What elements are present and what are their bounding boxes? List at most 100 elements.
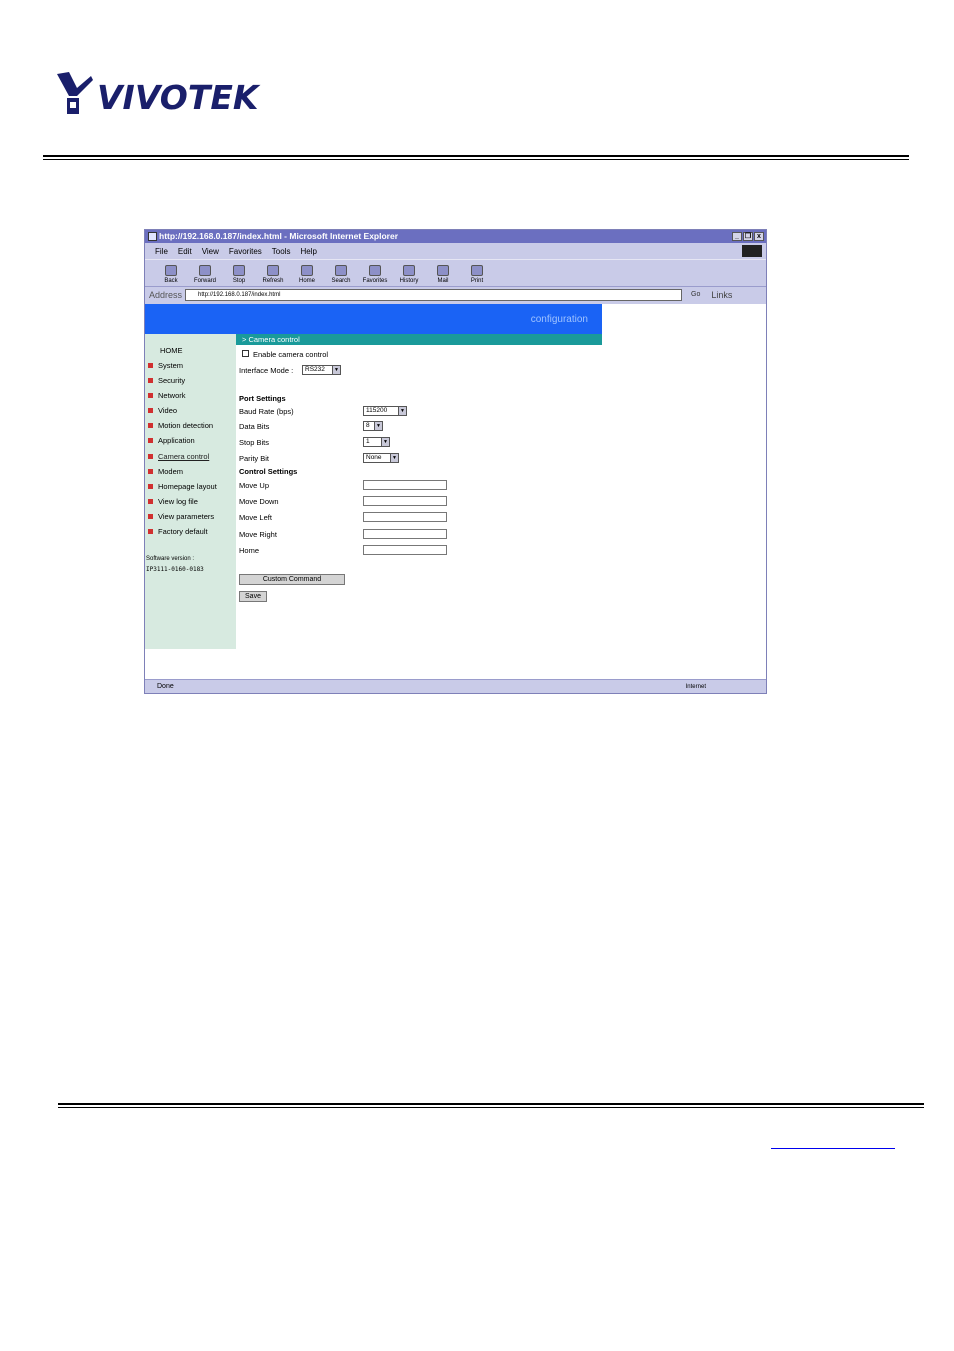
menu-file[interactable]: File — [155, 247, 168, 256]
header-rule — [43, 155, 909, 157]
menu-help[interactable]: Help — [300, 247, 316, 256]
baud-rate-select[interactable]: 115200 ▼ — [363, 406, 407, 416]
plus-icon — [148, 408, 153, 413]
menu-bar: File Edit View Favorites Tools Help — [145, 243, 766, 259]
print-button[interactable]: Print — [463, 265, 491, 286]
parity-bit-label: Parity Bit — [239, 454, 270, 463]
links-button[interactable]: Links — [711, 290, 732, 300]
data-bits-select[interactable]: 8 ▼ — [363, 421, 383, 431]
sidebar-item-factory-default[interactable]: Factory default — [148, 527, 208, 536]
section-title: > Camera control — [236, 334, 602, 345]
home-label: Home — [239, 546, 260, 555]
menu-edit[interactable]: Edit — [178, 247, 192, 256]
back-button[interactable]: Back — [157, 265, 185, 286]
plus-icon — [148, 484, 153, 489]
sidebar-item-video[interactable]: Video — [148, 406, 177, 415]
footer-rule-thin — [58, 1107, 924, 1108]
refresh-button[interactable]: Refresh — [259, 265, 287, 286]
sidebar-item-system[interactable]: System — [148, 361, 183, 370]
data-bits-label: Data Bits — [239, 422, 270, 431]
print-icon — [471, 265, 483, 276]
move-right-input[interactable] — [363, 529, 447, 539]
enable-label: Enable camera control — [253, 350, 329, 359]
software-version-label: Software version : — [146, 556, 195, 562]
sidebar-item-homepage-layout[interactable]: Homepage layout — [148, 482, 217, 491]
interface-mode-select[interactable]: RS232 ▼ — [302, 365, 341, 375]
browser-titlebar: http://192.168.0.187/index.html - Micros… — [145, 230, 766, 243]
go-button[interactable]: Go — [691, 291, 700, 298]
home-input[interactable] — [363, 545, 447, 555]
menu-tools[interactable]: Tools — [272, 247, 291, 256]
sidebar-item-motion-detection[interactable]: Motion detection — [148, 421, 213, 430]
forward-button[interactable]: Forward — [191, 265, 219, 286]
home-button[interactable]: Home — [293, 265, 321, 286]
mail-icon — [437, 265, 449, 276]
save-button[interactable]: Save — [239, 591, 267, 602]
vivotek-logo: VIVOTEK — [55, 70, 270, 122]
chevron-down-icon: ▼ — [398, 407, 406, 415]
browser-toolbar: Back Forward Stop Refresh Home Search Fa… — [145, 259, 766, 287]
plus-icon — [148, 438, 153, 443]
config-banner: configuration — [145, 304, 602, 334]
plus-icon — [148, 393, 153, 398]
plus-icon — [148, 378, 153, 383]
chevron-down-icon: ▼ — [332, 366, 340, 374]
forward-arrow-icon — [199, 265, 211, 276]
sidebar-item-security[interactable]: Security — [148, 376, 185, 385]
brand-name: VIVOTEK — [97, 78, 259, 117]
ie-icon — [148, 232, 157, 241]
favorites-button[interactable]: Favorites — [361, 265, 389, 286]
home-icon — [301, 265, 313, 276]
footer-rule — [58, 1103, 924, 1105]
sidebar-item-network[interactable]: Network — [148, 391, 186, 400]
sidebar-item-modem[interactable]: Modem — [148, 467, 183, 476]
sidebar: HOME System Security Network Video Motio… — [145, 334, 236, 649]
custom-command-button[interactable]: Custom Command — [239, 574, 345, 585]
plus-icon — [148, 529, 153, 534]
move-left-input[interactable] — [363, 512, 447, 522]
port-settings-heading: Port Settings — [239, 394, 286, 403]
plus-icon — [148, 514, 153, 519]
minimize-button[interactable]: _ — [732, 232, 742, 241]
stop-button[interactable]: Stop — [225, 265, 253, 286]
address-input[interactable]: http://192.168.0.187/index.html — [185, 288, 683, 301]
plus-icon — [148, 363, 153, 368]
stop-icon — [233, 265, 245, 276]
mail-button[interactable]: Mail — [429, 265, 457, 286]
move-down-input[interactable] — [363, 496, 447, 506]
favorites-icon — [369, 265, 381, 276]
menu-view[interactable]: View — [202, 247, 219, 256]
stop-bits-label: Stop Bits — [239, 438, 270, 447]
software-version: IP3111-0160-0183 — [146, 566, 204, 573]
move-up-input[interactable] — [363, 480, 447, 490]
browser-window: http://192.168.0.187/index.html - Micros… — [144, 229, 767, 694]
sidebar-home-link[interactable]: HOME — [160, 346, 183, 355]
sidebar-item-camera-control[interactable]: Camera control — [148, 452, 209, 461]
footer-link[interactable] — [771, 1135, 895, 1149]
stop-bits-select[interactable]: 1 ▼ — [363, 437, 390, 447]
history-button[interactable]: History — [395, 265, 423, 286]
refresh-icon — [267, 265, 279, 276]
search-icon — [335, 265, 347, 276]
menu-favorites[interactable]: Favorites — [229, 247, 262, 256]
move-right-label: Move Right — [239, 530, 277, 539]
sidebar-item-view-parameters[interactable]: View parameters — [148, 512, 214, 521]
search-button[interactable]: Search — [327, 265, 355, 286]
history-icon — [403, 265, 415, 276]
plus-icon — [148, 499, 153, 504]
page-viewport: configuration HOME System Security Netwo… — [145, 304, 766, 680]
windows-flag-icon — [742, 245, 762, 257]
sidebar-item-application[interactable]: Application — [148, 436, 195, 445]
header-rule-thin — [43, 159, 909, 160]
address-bar: Address http://192.168.0.187/index.html … — [145, 287, 766, 302]
address-label: Address — [149, 289, 183, 300]
close-button[interactable]: x — [754, 232, 764, 241]
enable-camera-control-checkbox[interactable] — [242, 350, 249, 357]
parity-bit-select[interactable]: None ▼ — [363, 453, 399, 463]
plus-icon — [148, 469, 153, 474]
move-left-label: Move Left — [239, 513, 272, 522]
back-arrow-icon — [165, 265, 177, 276]
maximize-button[interactable]: ❐ — [743, 232, 753, 241]
sidebar-item-view-log-file[interactable]: View log file — [148, 497, 198, 506]
move-up-label: Move Up — [239, 481, 270, 490]
